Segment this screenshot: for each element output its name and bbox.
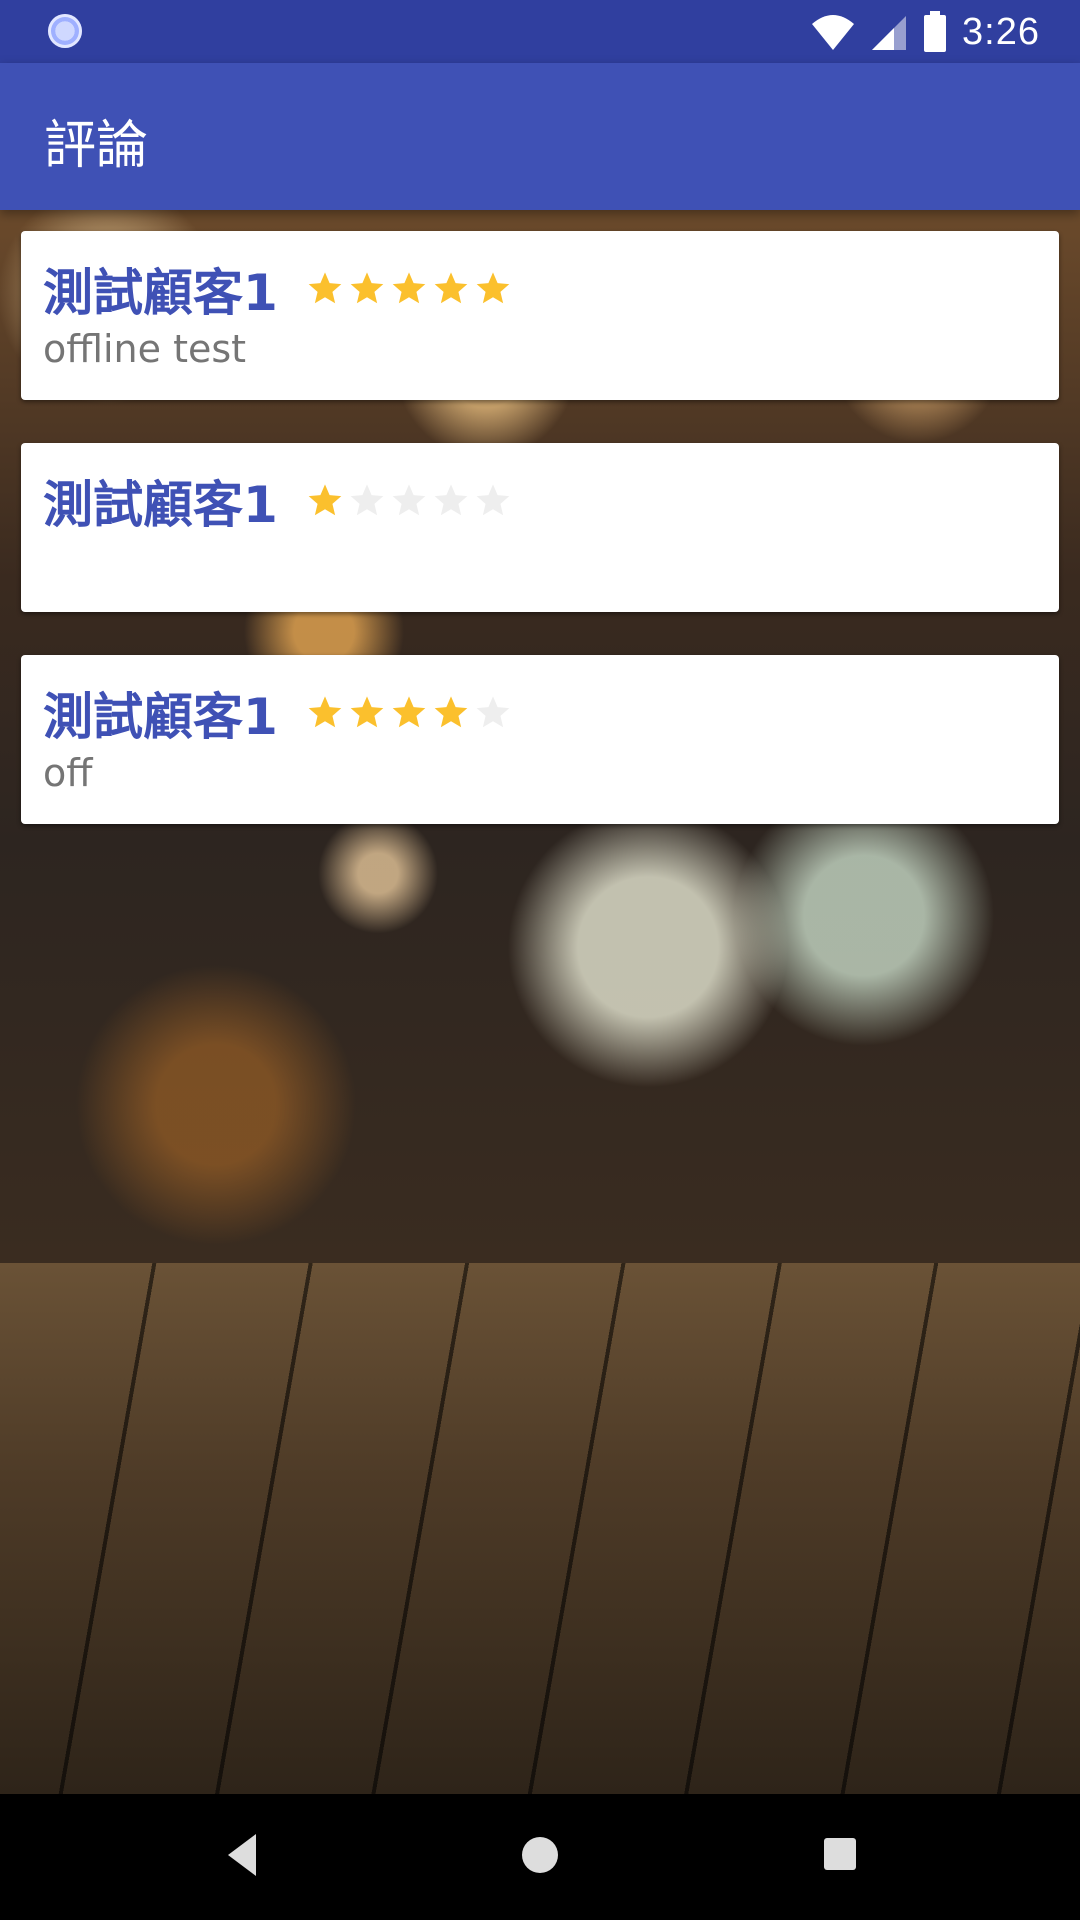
page-title: 評論 bbox=[44, 116, 149, 176]
review-list[interactable]: 測試顧客1 offline test 測試顧客1 測試顧客1 off bbox=[21, 231, 1059, 867]
review-comment: offline test bbox=[43, 327, 247, 371]
star-filled-icon bbox=[308, 696, 342, 728]
star-empty-icon bbox=[434, 484, 468, 516]
status-time: 3:26 bbox=[962, 10, 1040, 53]
reviewer-name: 測試顧客1 bbox=[43, 688, 278, 746]
rating-stars bbox=[306, 694, 512, 732]
star-filled-icon bbox=[434, 272, 468, 304]
review-card[interactable]: 測試顧客1 off bbox=[21, 655, 1059, 824]
star-filled-icon bbox=[308, 484, 342, 516]
star-filled-icon bbox=[476, 272, 510, 304]
star-filled-icon bbox=[308, 272, 342, 304]
reviewer-name: 測試顧客1 bbox=[43, 476, 278, 534]
star-empty-icon bbox=[392, 484, 426, 516]
battery-icon bbox=[924, 11, 947, 52]
recents-icon[interactable] bbox=[820, 1830, 860, 1880]
rating-stars bbox=[306, 270, 512, 308]
reviewer-name: 測試顧客1 bbox=[43, 264, 278, 322]
navigation-bar bbox=[0, 1794, 1080, 1920]
wooden-table-background bbox=[0, 1263, 1080, 1794]
star-filled-icon bbox=[350, 696, 384, 728]
star-filled-icon bbox=[392, 696, 426, 728]
star-empty-icon bbox=[350, 484, 384, 516]
star-filled-icon bbox=[392, 272, 426, 304]
star-empty-icon bbox=[476, 696, 510, 728]
wifi-icon bbox=[812, 15, 855, 50]
review-card[interactable]: 測試顧客1 offline test bbox=[21, 231, 1059, 400]
app-bar: 評論 bbox=[0, 63, 1080, 210]
content-area[interactable]: 測試顧客1 offline test 測試顧客1 測試顧客1 off bbox=[0, 210, 1080, 1794]
back-icon[interactable] bbox=[222, 1830, 262, 1880]
star-filled-icon bbox=[350, 272, 384, 304]
home-icon[interactable] bbox=[518, 1830, 562, 1880]
signal-icon bbox=[872, 16, 907, 50]
star-empty-icon bbox=[476, 484, 510, 516]
rating-stars bbox=[306, 482, 512, 520]
status-icons: 3:26 bbox=[810, 8, 1040, 56]
review-card[interactable]: 測試顧客1 bbox=[21, 443, 1059, 612]
sync-icon bbox=[48, 14, 82, 48]
review-comment: off bbox=[43, 751, 93, 795]
status-bar: 3:26 bbox=[0, 0, 1080, 63]
star-filled-icon bbox=[434, 696, 468, 728]
